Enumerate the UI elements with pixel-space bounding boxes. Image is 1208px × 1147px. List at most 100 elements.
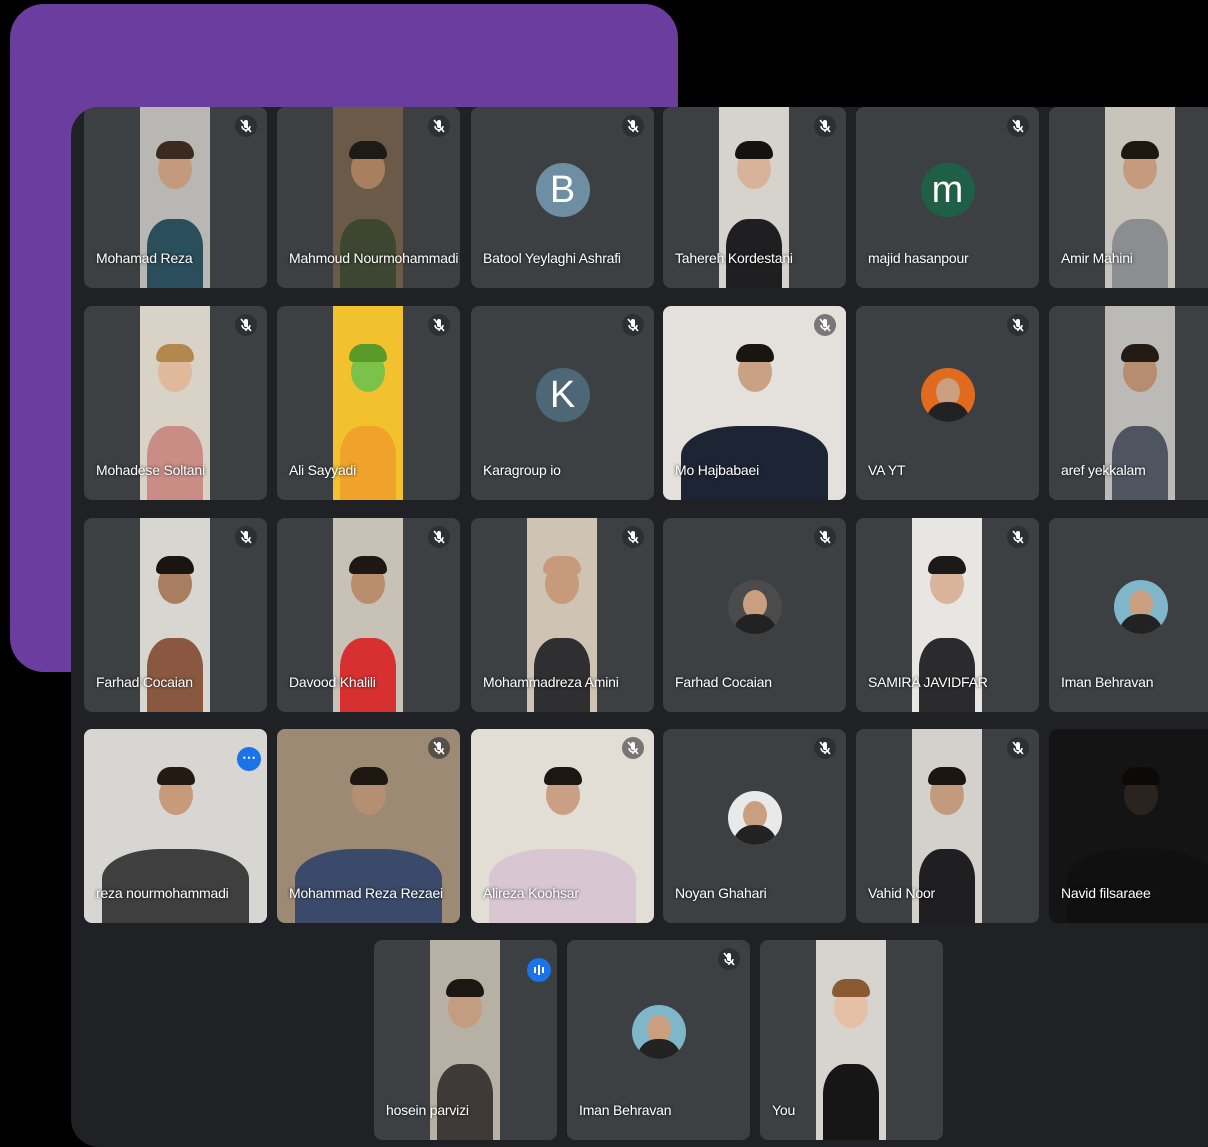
- mic-off-icon: [428, 314, 450, 336]
- mic-off-icon: [622, 737, 644, 759]
- participant-name: Tahereh Kordestani: [675, 250, 793, 266]
- more-options-icon[interactable]: ⋯: [237, 747, 261, 771]
- mic-off-icon: [622, 526, 644, 548]
- hair-shape: [735, 343, 774, 362]
- participant-tile[interactable]: hosein parvizi: [374, 940, 557, 1140]
- mic-off-icon: [814, 115, 836, 137]
- participant-name: Vahid Noor: [868, 885, 936, 901]
- participant-tile[interactable]: Mohammad Reza Rezaei: [277, 729, 460, 923]
- participant-name: Iman Behravan: [579, 1102, 672, 1118]
- participant-tile[interactable]: Iman Behravan: [567, 940, 750, 1140]
- participant-tile[interactable]: Mahmoud Nourmohammadi: [277, 107, 460, 288]
- participant-name: Amir Mahini: [1061, 250, 1133, 266]
- participant-tile[interactable]: SAMIRA JAVIDFAR: [856, 518, 1039, 712]
- mic-off-icon: [622, 115, 644, 137]
- avatar-photo: [727, 791, 782, 846]
- participant-name: VA YT: [868, 462, 906, 478]
- hair-shape: [1121, 343, 1159, 362]
- avatar-photo: [727, 580, 782, 635]
- hair-shape: [1121, 141, 1159, 160]
- hair-shape: [349, 766, 388, 785]
- participant-tile[interactable]: Tahereh Kordestani: [663, 107, 846, 288]
- mic-off-icon: [1007, 115, 1029, 137]
- mic-off-icon: [814, 526, 836, 548]
- mic-off-icon: [622, 314, 644, 336]
- avatar-letter: K: [535, 368, 590, 423]
- hair-shape: [543, 555, 581, 574]
- mic-off-icon: [428, 737, 450, 759]
- participant-tile[interactable]: Alireza Koohsar: [471, 729, 654, 923]
- participant-name: Mahmoud Nourmohammadi: [289, 250, 459, 266]
- meeting-grid-panel: Mohamad Reza Mahmoud Nourmohammadi B Batool…: [71, 107, 1208, 1147]
- hair-shape: [156, 766, 195, 785]
- hair-shape: [735, 141, 773, 160]
- participant-name: Farhad Cocaian: [96, 674, 193, 690]
- participant-name: Mohamad Reza: [96, 250, 193, 266]
- body-shape: [823, 1064, 879, 1140]
- avatar-photo: [920, 368, 975, 423]
- participant-tile[interactable]: Iman Behravan: [1049, 518, 1208, 712]
- participant-name: reza nourmohammadi: [96, 885, 229, 901]
- participant-tile[interactable]: You: [760, 940, 943, 1140]
- mic-off-icon: [814, 737, 836, 759]
- mic-off-icon: [814, 314, 836, 336]
- participant-name: Iman Behravan: [1061, 674, 1154, 690]
- hair-shape: [928, 766, 966, 785]
- participant-tile[interactable]: Mo Hajbabaei: [663, 306, 846, 500]
- participant-tile[interactable]: aref yekkalam: [1049, 306, 1208, 500]
- participant-name: Ali Sayyadi: [289, 462, 357, 478]
- participant-tile[interactable]: reza nourmohammadi ⋯: [84, 729, 267, 923]
- hair-shape: [1121, 766, 1160, 785]
- participant-tile[interactable]: Navid filsaraee: [1049, 729, 1208, 923]
- avatar-photo: [631, 1005, 686, 1059]
- participant-name: Mo Hajbabaei: [675, 462, 759, 478]
- avatar-body: [1118, 614, 1163, 635]
- participant-video: [816, 940, 886, 1140]
- participant-name: Navid filsaraee: [1061, 885, 1151, 901]
- hair-shape: [928, 555, 966, 574]
- hair-shape: [156, 343, 194, 362]
- participant-name: SAMIRA JAVIDFAR: [868, 674, 988, 690]
- participant-name: Mohammad Reza Rezaei: [289, 885, 443, 901]
- participant-name: Davood Khalili: [289, 674, 376, 690]
- participant-tile[interactable]: Ali Sayyadi: [277, 306, 460, 500]
- participant-name: Batool Yeylaghi Ashrafi: [483, 250, 621, 266]
- avatar-body: [636, 1039, 681, 1059]
- mic-off-icon: [235, 526, 257, 548]
- mic-off-icon: [1007, 314, 1029, 336]
- participant-tile[interactable]: Mohadese Soltani: [84, 306, 267, 500]
- participant-name: aref yekkalam: [1061, 462, 1146, 478]
- mic-off-icon: [235, 115, 257, 137]
- avatar-body: [732, 825, 777, 846]
- participant-tile[interactable]: Vahid Noor: [856, 729, 1039, 923]
- participant-tile[interactable]: Amir Mahini: [1049, 107, 1208, 288]
- participant-tile[interactable]: Farhad Cocaian: [84, 518, 267, 712]
- hair-shape: [832, 979, 870, 997]
- avatar-photo: [1113, 580, 1168, 635]
- participant-tile[interactable]: B Batool Yeylaghi Ashrafi: [471, 107, 654, 288]
- participant-name: Noyan Ghahari: [675, 885, 767, 901]
- participant-name: Farhad Cocaian: [675, 674, 772, 690]
- participant-tile[interactable]: VA YT: [856, 306, 1039, 500]
- mic-off-icon: [428, 526, 450, 548]
- participant-name: hosein parvizi: [386, 1102, 469, 1118]
- mic-off-icon: [235, 314, 257, 336]
- avatar-body: [925, 402, 970, 423]
- participant-tile[interactable]: Mohamad Reza: [84, 107, 267, 288]
- participant-tile[interactable]: Noyan Ghahari: [663, 729, 846, 923]
- hair-shape: [349, 555, 387, 574]
- participant-name: Karagroup io: [483, 462, 561, 478]
- hair-shape: [446, 979, 484, 997]
- avatar-body: [732, 614, 777, 635]
- participant-tile[interactable]: m majid hasanpour: [856, 107, 1039, 288]
- mic-off-icon: [718, 948, 740, 970]
- participant-tile[interactable]: Mohammadreza Amini: [471, 518, 654, 712]
- participant-tile[interactable]: Davood Khalili: [277, 518, 460, 712]
- hair-shape: [543, 766, 582, 785]
- mic-off-icon: [1007, 526, 1029, 548]
- hair-shape: [349, 343, 387, 362]
- mic-off-icon: [1007, 737, 1029, 759]
- hair-shape: [156, 555, 194, 574]
- participant-tile[interactable]: Farhad Cocaian: [663, 518, 846, 712]
- participant-tile[interactable]: K Karagroup io: [471, 306, 654, 500]
